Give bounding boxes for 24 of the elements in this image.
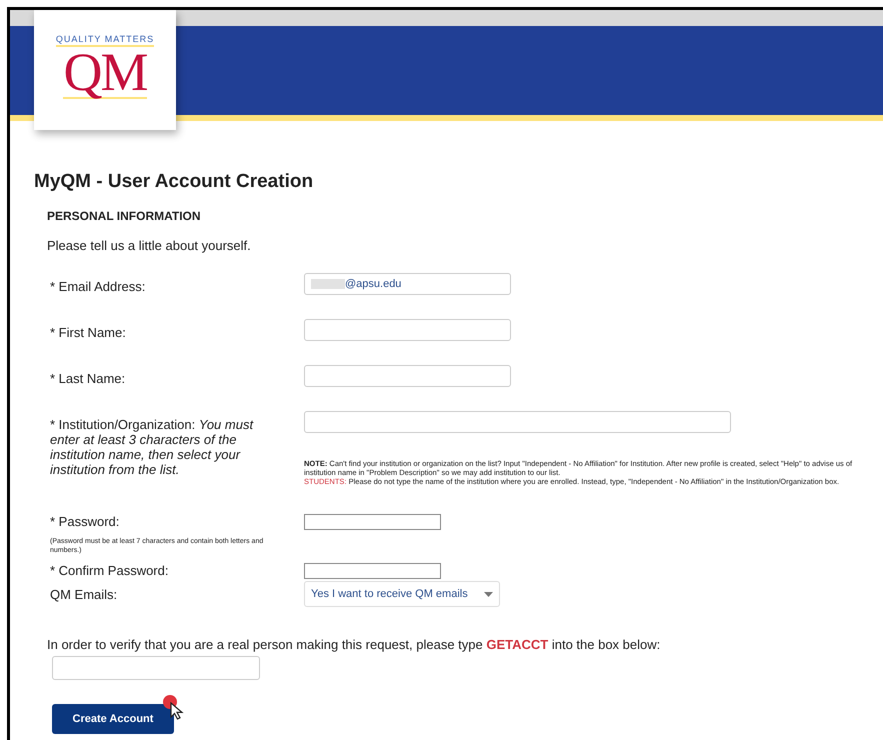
field-label: * Email Address: xyxy=(50,279,146,294)
page-title: MyQM - User Account Creation xyxy=(34,171,314,193)
field-label: * Confirm Password: xyxy=(50,563,170,578)
password-field[interactable] xyxy=(304,563,441,579)
field-label: * Password: xyxy=(50,514,120,529)
caret-icon xyxy=(484,592,493,596)
password-field[interactable] xyxy=(304,514,441,530)
email-preference-dropdown[interactable]: Yes I want to receive QM emails xyxy=(304,581,500,607)
text-field[interactable]: @apsu.edu xyxy=(304,273,511,295)
text-field[interactable] xyxy=(304,319,511,341)
cursor-icon xyxy=(162,694,184,720)
field-label: * Institution/Organization: You must enter at least 3 characters of the institution name, then select your institution from the list. xyxy=(50,417,254,477)
verification-text: In order to verify that you are a real person making this request, please type GETACCT into the box below: xyxy=(47,637,662,652)
section-heading: PERSONAL INFORMATION xyxy=(47,209,202,223)
intro-text: Please tell us a little about yourself. xyxy=(47,238,252,253)
field-label: * Last Name: xyxy=(50,371,126,386)
logo-mark: QM xyxy=(63,47,146,99)
verification-field[interactable] xyxy=(52,656,260,680)
institution-field[interactable] xyxy=(304,411,731,433)
logo-tagline: QUALITY MATTERS xyxy=(56,34,154,47)
field-label: QM Emails: xyxy=(50,587,118,602)
text-field[interactable] xyxy=(304,365,511,387)
create-account-button[interactable]: Create Account xyxy=(52,704,174,734)
field-label: * First Name: xyxy=(50,325,127,340)
